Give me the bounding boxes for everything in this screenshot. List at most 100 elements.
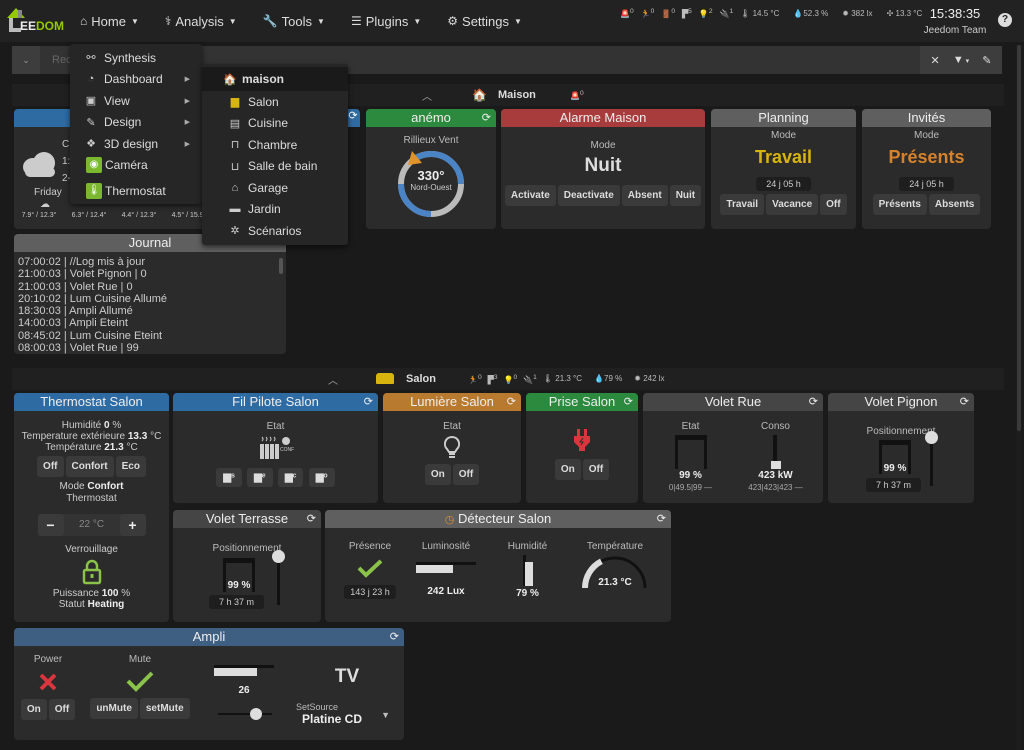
deactivate-button[interactable]: Deactivate [557,185,620,206]
refresh-icon[interactable]: ⟳ [364,393,373,411]
menu-tools[interactable]: 🔧 Tools ▼ [263,14,325,29]
menu-item-scenarios[interactable]: ✲ Scénarios [202,220,348,242]
vacance-button[interactable]: Vacance [766,194,819,215]
power-off-button[interactable]: Off [48,699,76,720]
off-button[interactable]: Off [820,194,847,215]
position-slider[interactable] [930,437,933,486]
collapse-toggle-button[interactable]: ⌄ [12,46,40,74]
on-button[interactable]: On [424,464,451,485]
collapse-icon[interactable]: ︿ [422,88,432,103]
travail-button[interactable]: Travail [720,194,765,215]
position-slider[interactable] [277,556,280,605]
summary-motion[interactable]: 🏃0 [468,374,482,385]
summary-temperature[interactable]: 🌡 21.3 °C [543,374,588,385]
user-name[interactable]: Jeedom Team [920,25,990,36]
menu-item-chambre[interactable]: ⊓ Chambre [202,134,348,156]
refresh-icon[interactable]: ⟳ [390,628,399,646]
clear-search-icon[interactable]: ✕ [931,54,940,67]
off-button[interactable]: Off [582,459,610,480]
absent-button[interactable]: Absent [621,185,668,206]
menu-item-camera[interactable]: ◉ Caméra [70,155,202,177]
menu-item-jardin[interactable]: ▬ Jardin [202,199,348,221]
setmute-button[interactable]: setMute [139,698,190,719]
filter-icon[interactable]: ▼ ▾ [953,54,969,66]
jeedom-logo[interactable]: EEDOM [6,6,66,36]
hors-gel-button[interactable]: ▆ˢ [216,468,242,487]
collapse-icon[interactable]: ︿ [328,372,338,387]
menu-item-salon[interactable]: ▆ Salon [202,91,348,113]
power-on-button[interactable]: On [20,699,47,720]
volume-slider[interactable] [218,713,272,715]
summary-light[interactable]: 💡2 [699,8,713,19]
off-button[interactable]: Off [452,464,480,485]
summary-alarm[interactable]: 🚨0 [570,90,584,101]
summary-motion[interactable]: 🏃0 [641,8,655,19]
object-name[interactable]: Maison [498,89,536,101]
refresh-icon[interactable]: ⟳ [960,393,969,411]
menu-item-maison[interactable]: 🏠 maison [202,67,348,91]
menu-settings[interactable]: ⚙ Settings ▼ [447,14,522,29]
summary-temperature[interactable]: 🌡 14.5 °C [740,9,786,18]
lock-icon[interactable] [82,559,102,585]
widget-header: Planning [711,109,856,127]
on-button[interactable]: On [554,459,581,480]
help-icon[interactable]: ? [998,13,1012,27]
summary-luminosity[interactable]: ✹ 242 lx [634,374,670,385]
eco-button[interactable]: Eco [115,456,146,477]
activate-button[interactable]: Activate [504,185,556,206]
summary-plug[interactable]: 🔌1 [720,8,734,19]
menu-home[interactable]: ⌂ Home ▼ [80,14,139,29]
slider-handle[interactable] [925,431,938,444]
summary-humidity[interactable]: 💧79 % [594,374,628,385]
menu-item-design[interactable]: ✎ Design ▶ [70,112,202,134]
menu-item-thermostat[interactable]: 🌡 Thermostat [70,180,202,202]
presents-button[interactable]: Présents [872,194,927,215]
refresh-icon[interactable]: ⟳ [482,109,491,127]
summary-alarm[interactable]: 🚨0 [620,8,634,19]
refresh-icon[interactable]: ⟳ [307,510,316,528]
setpoint-input[interactable]: 22 °C [64,514,120,536]
confort-button[interactable]: ▆ᶜ [277,468,304,487]
decrease-button[interactable]: − [37,514,64,536]
page-scrollbar[interactable] [1016,45,1022,750]
refresh-icon[interactable]: ⟳ [624,393,633,411]
increase-button[interactable]: + [119,514,146,536]
refresh-icon[interactable]: ⟳ [809,393,818,411]
camera-plugin-icon: ◉ [86,157,102,174]
unmute-button[interactable]: unMute [90,698,138,719]
nuit-button[interactable]: Nuit [669,185,702,206]
summary-light[interactable]: 💡0 [504,374,518,385]
summary-luminosity[interactable]: ✹ 382 lx [842,9,879,18]
object-name[interactable]: Salon [406,373,436,385]
refresh-icon[interactable]: ⟳ [657,510,666,528]
menu-item-garage[interactable]: ⌂ Garage [202,177,348,199]
absents-button[interactable]: Absents [928,194,981,215]
off-button[interactable]: Off [37,456,64,477]
menu-analysis[interactable]: ⚕ Analysis ▼ [165,14,237,29]
menu-item-cuisine[interactable]: ▤ Cuisine [202,113,348,135]
slider-handle[interactable] [272,550,285,563]
menu-item-salle-de-bain[interactable]: ⊔ Salle de bain [202,156,348,178]
volume-slider-handle[interactable] [250,708,262,720]
off-button[interactable]: ▆ᵒ [308,468,335,487]
menu-item-view[interactable]: ▣ View ▶ [70,90,202,112]
confort-button[interactable]: Confort [65,456,114,477]
refresh-icon[interactable]: ⟳ [346,109,360,127]
summary-plug[interactable]: 🔌1 [523,374,537,385]
menu-item-3d-design[interactable]: ❖ 3D design ▶ [70,133,202,155]
menu-plugins[interactable]: ☰ Plugins ▼ [351,14,421,29]
summary-humidity[interactable]: 💧52.3 % [793,9,835,18]
edit-icon[interactable]: ✎ [982,54,991,67]
refresh-icon[interactable]: ⟳ [507,393,516,411]
summary-shutter[interactable]: ▛5 [682,8,692,19]
source-select[interactable]: Platine CD ▼ [296,710,394,726]
bed-icon: ⊓ [230,139,240,152]
summary-shutter[interactable]: ▛3 [488,374,498,385]
journal-scrollbar[interactable] [279,258,283,274]
summary-door[interactable]: 🚪0 [661,8,675,19]
eco-button[interactable]: ▆ᵉ [247,468,273,487]
menu-item-dashboard[interactable]: ◔ Dashboard ▶ [70,69,202,91]
menu-item-synthesis[interactable]: ⚯ Synthesis [70,47,202,69]
page-scrollbar-thumb[interactable] [1017,45,1021,431]
search-input[interactable]: Rec [52,54,72,66]
